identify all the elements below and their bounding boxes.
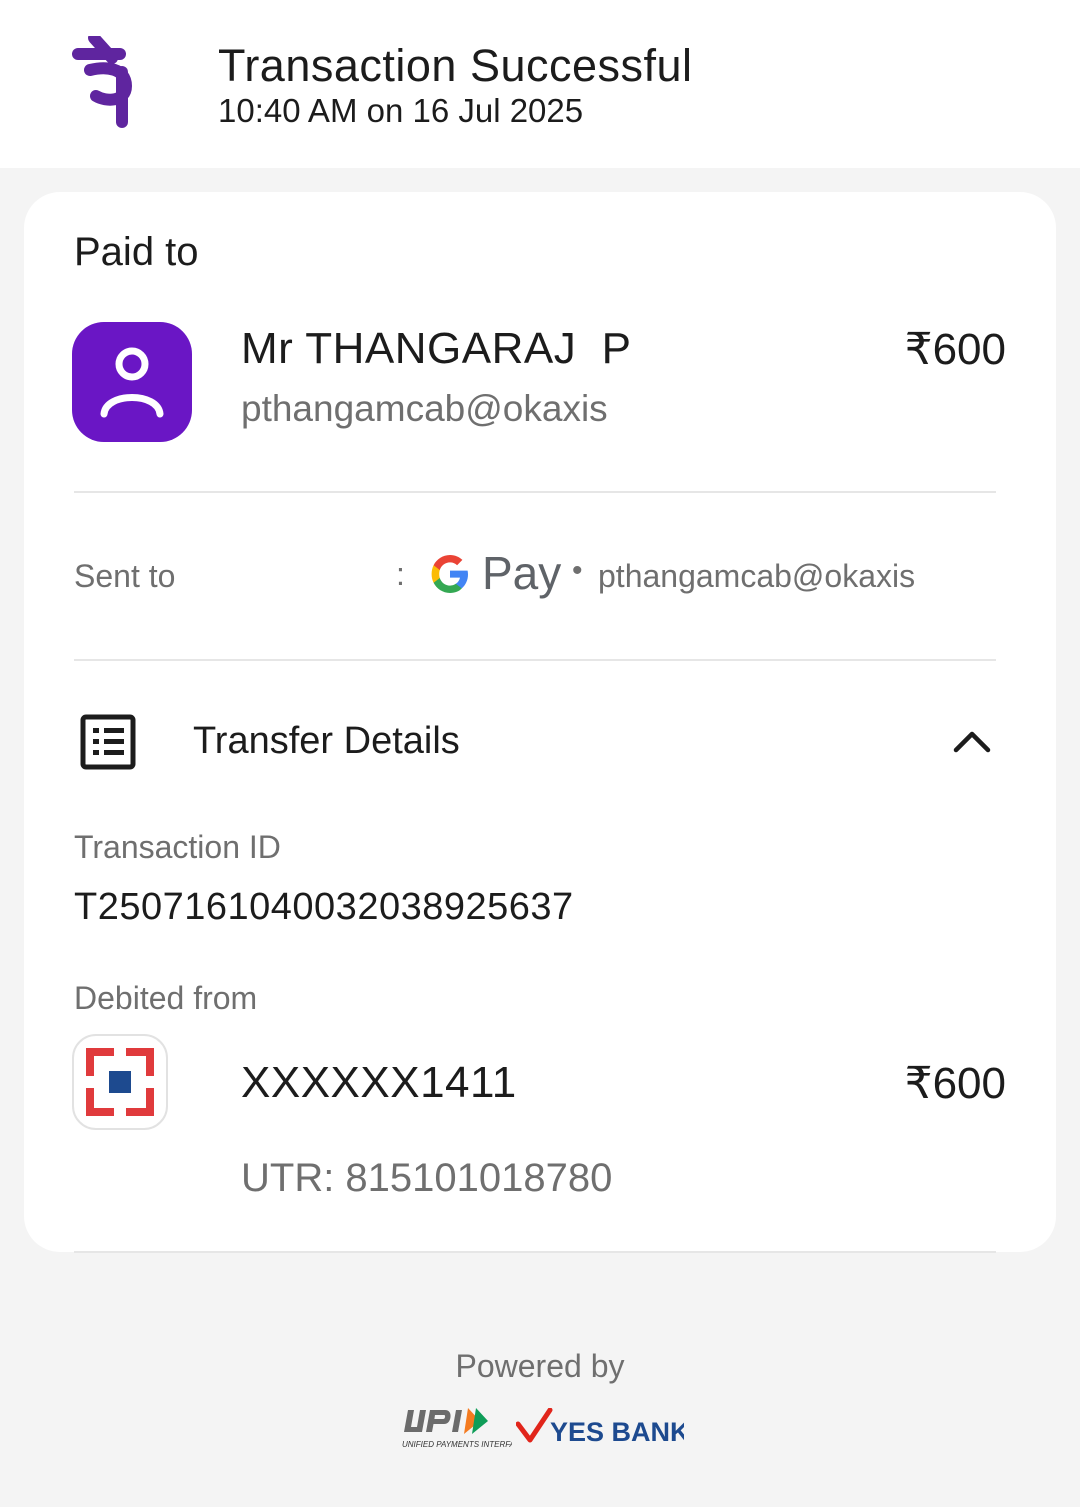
paid-amount: ₹600 — [904, 325, 1006, 374]
divider — [74, 491, 996, 493]
powered-by-label: Powered by — [455, 1348, 625, 1384]
sent-to-label: Sent to — [74, 558, 176, 594]
sent-to-separator: : — [396, 556, 405, 592]
google-g-icon — [431, 555, 468, 593]
bank-emblem-icon — [86, 1048, 154, 1116]
separator-dot: • — [572, 554, 583, 587]
partner-bank-name: YES BANK — [550, 1417, 684, 1447]
paid-to-label: Paid to — [74, 230, 199, 274]
payee-name: Mr THANGARAJ P — [241, 324, 632, 373]
account-number: XXXXXX1411 — [241, 1058, 517, 1107]
transaction-id-value[interactable]: T2507161040032038925637 — [74, 886, 574, 929]
phonepe-logo — [72, 36, 133, 128]
page-title: Transaction Successful — [218, 40, 693, 91]
sent-to-vpa: pthangamcab@okaxis — [598, 558, 916, 594]
payee-vpa: pthangamcab@okaxis — [241, 388, 608, 429]
upi-logo: UNIFIED PAYMENTS INTERFACE — [402, 1408, 512, 1449]
avatar — [72, 322, 192, 442]
debited-amount: ₹600 — [904, 1059, 1006, 1108]
transaction-id-label: Transaction ID — [74, 829, 281, 865]
transfer-details-title[interactable]: Transfer Details — [193, 720, 460, 763]
utr-number[interactable]: UTR: 815101018780 — [241, 1156, 612, 1201]
transaction-time: 10:40 AM on 16 Jul 2025 — [218, 92, 584, 129]
divider — [74, 659, 996, 661]
debited-from-label: Debited from — [74, 980, 258, 1016]
chevron-up-icon[interactable] — [952, 726, 992, 754]
transaction-card: Paid to Mr THANGARAJ P pthangamcab@okaxi… — [24, 192, 1056, 1252]
yes-bank-logo: YES BANK — [516, 1408, 684, 1447]
header: Transaction Successful 10:40 AM on 16 Ju… — [0, 0, 1080, 168]
receipt-list-icon — [80, 714, 136, 770]
svg-text:UNIFIED PAYMENTS INTERFACE: UNIFIED PAYMENTS INTERFACE — [402, 1440, 512, 1449]
hdfc-bank-logo — [72, 1034, 168, 1130]
gpay-label: Pay — [482, 547, 562, 599]
divider — [74, 1251, 996, 1253]
person-icon — [100, 347, 164, 418]
